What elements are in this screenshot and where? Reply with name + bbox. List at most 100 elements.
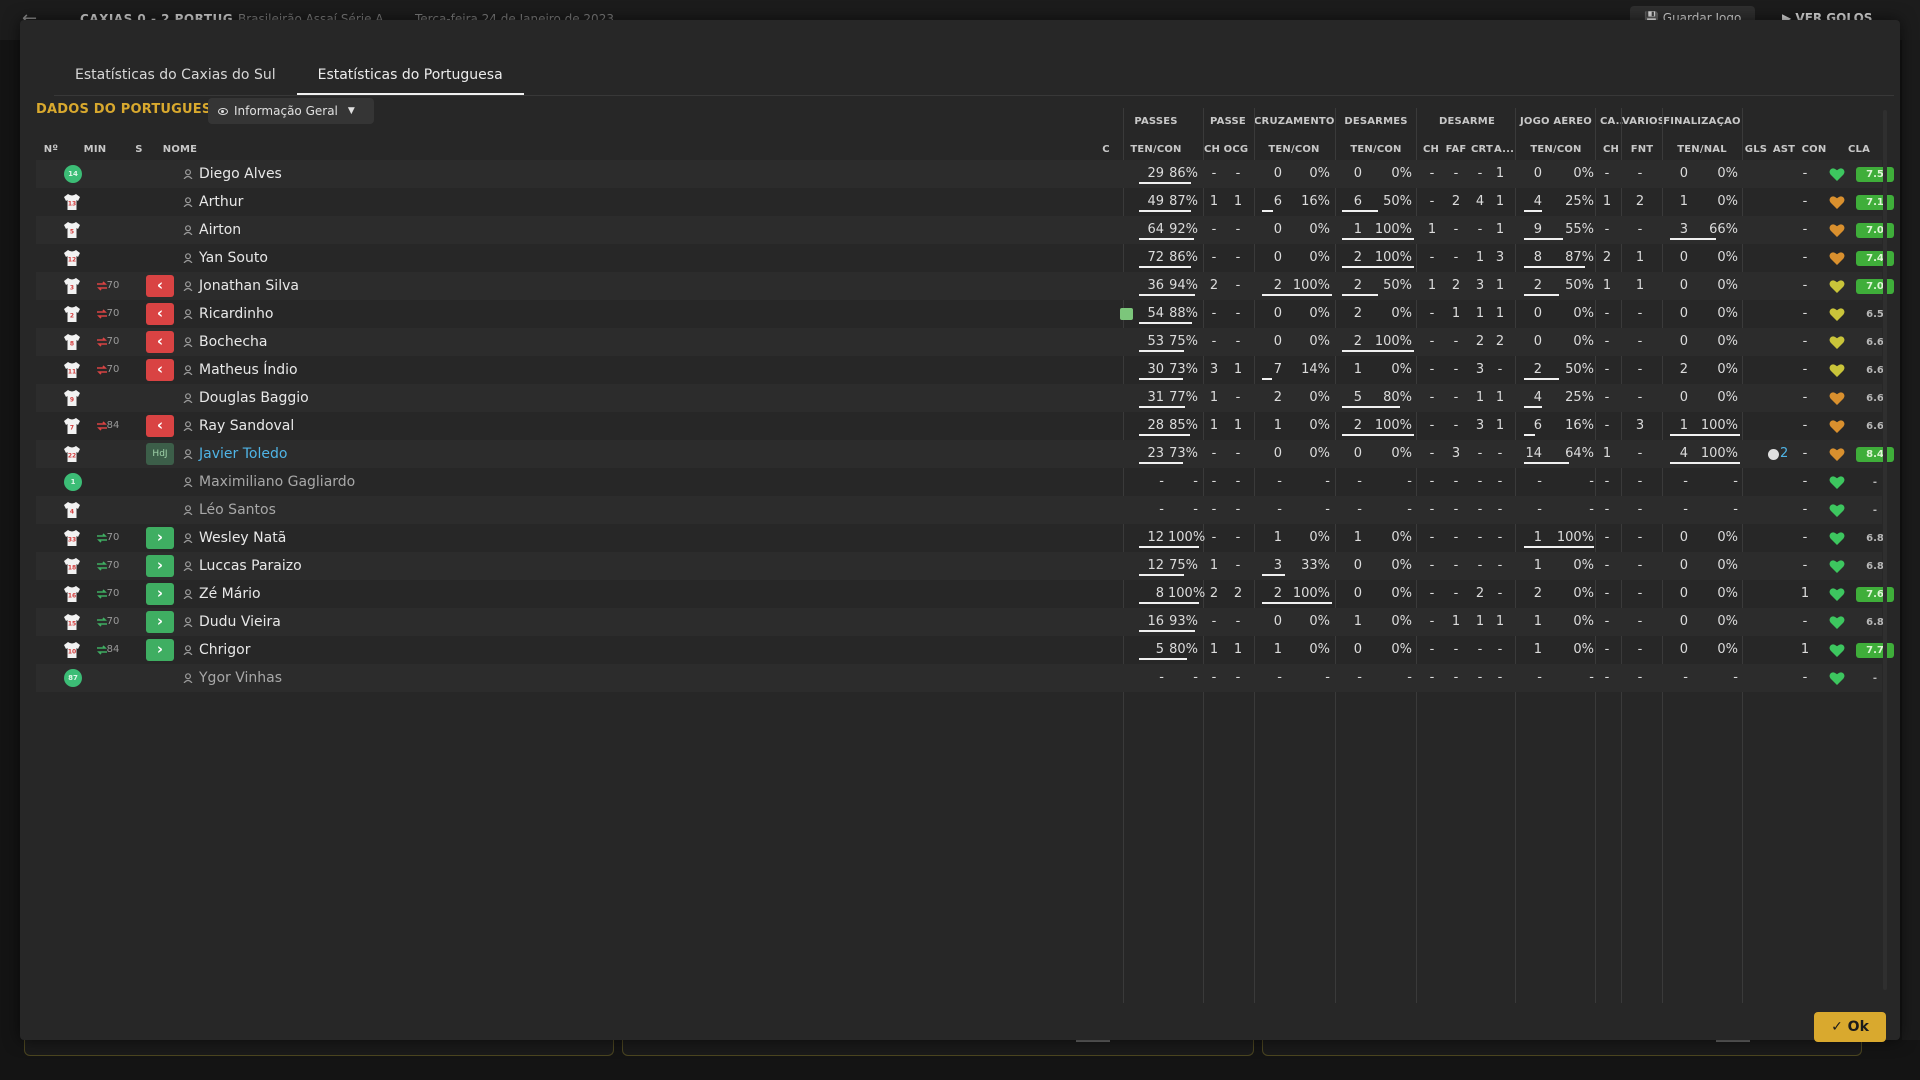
player-row[interactable]: 1 Maximiliano Gagliardo - - - - - - - - - - - - - - - - - -… [36, 468, 1882, 496]
player-name[interactable]: Airton [199, 216, 241, 244]
player-name[interactable]: Douglas Baggio [199, 384, 309, 412]
aerial-attempted: - [1537, 670, 1542, 685]
tab-portuguesa-stats[interactable]: Estatísticas do Portuguesa [296, 54, 524, 96]
ok-button[interactable]: ✓ Ok [1814, 1012, 1886, 1042]
person-icon [183, 617, 193, 627]
col-desarme-faf[interactable]: FAF [1444, 144, 1468, 158]
player-row[interactable]: 18 70 › Luccas Paraizo 12 75% 1-3 33% 0 0% - - - -1 0%… [36, 552, 1884, 580]
desarme-ch: - [1429, 334, 1435, 349]
col-cross-tc[interactable]: TEN/CON [1264, 144, 1324, 158]
aerial-pct: 16% [1565, 418, 1594, 433]
crosses-attempted: 0 [1273, 250, 1282, 265]
col-rating[interactable]: CLA [1842, 144, 1876, 158]
heart-icon [1829, 224, 1845, 237]
player-name[interactable]: Ricardinho [199, 300, 274, 328]
player-row[interactable]: 5 Airton 64 92% - -0 0% 1 100% 1- -1 9 55% - -3 66% -7.0 [36, 216, 1894, 244]
player-name[interactable]: Chrigor [199, 636, 251, 664]
assists: - [1802, 250, 1808, 265]
assists: - [1802, 474, 1808, 489]
col-desarme-crt[interactable]: CRT [1470, 144, 1494, 158]
col-minutes[interactable]: MIN [80, 144, 110, 158]
passes-bar [1139, 378, 1183, 380]
shots-pct: 0% [1717, 614, 1738, 629]
shirt-icon: 9 [64, 390, 80, 406]
player-row[interactable]: 16 70 › Zé Mário 8 100% 2 2 2 100% 0 0% - -2-2 0% - -0 0%… [36, 580, 1894, 608]
player-row[interactable]: 12 Yan Souto 72 86% - -0 0% 2 100% - -1 3 8 87% 2 1 0 0% -… [36, 244, 1894, 272]
crosses-bar [1262, 294, 1332, 296]
view-dropdown-value: Informação Geral [234, 104, 338, 118]
desarme-a: 1 [1495, 194, 1505, 209]
fouls-suffered: - [1637, 670, 1643, 685]
person-icon [183, 505, 193, 515]
player-row[interactable]: 4 Léo Santos - - - - - - - - - - - - - - - - - - - - [36, 496, 1882, 524]
col-assists[interactable]: AST [1772, 144, 1796, 158]
shots-attempted: - [1683, 474, 1688, 489]
player-row[interactable]: 87 Ygor Vinhas - - - - - - - - - - - - - - - - - - - - [36, 664, 1882, 692]
player-name[interactable]: Zé Mário [199, 580, 261, 608]
player-name[interactable]: Luccas Paraizo [199, 552, 302, 580]
tackles-pct: 0% [1391, 306, 1412, 321]
col-pass-ch[interactable]: CH [1202, 144, 1222, 158]
col-aerial-tc[interactable]: TEN/CON [1526, 144, 1586, 158]
col-tackle-tc[interactable]: TEN/CON [1346, 144, 1406, 158]
player-row[interactable]: 15 70 › Dudu Vieira 16 93% - -0 0% 1 0% -1 1 1 1 0% - -0 0… [36, 608, 1884, 636]
desarme-crt: 2 [1475, 586, 1485, 601]
chances-created: - [1235, 530, 1241, 545]
desarme-crt: 1 [1475, 306, 1485, 321]
col-sub[interactable]: S [132, 144, 146, 158]
player-row[interactable]: 10 84 › Chrigor 5 80% 1 1 1 0% 0 0% - - - -1 0% - -0 0% 1 7.7 [36, 636, 1894, 664]
col-number[interactable]: Nº [36, 144, 66, 158]
view-dropdown[interactable]: Informação Geral ▼ [208, 98, 374, 124]
col-name[interactable]: NOME [160, 144, 200, 158]
player-row[interactable]: 2 70 ‹ Ricardinho 54 88% - -0 0% 2 0% -1 1 1 0 0% - -0 0% -… [36, 300, 1884, 328]
assists: - [1802, 418, 1808, 433]
shots-pct: 0% [1717, 306, 1738, 321]
player-row[interactable]: 3 70 ‹ Jonathan Silva 36 94% 2-2 100% 2 50% 1 2 3 1 2 5… [36, 272, 1894, 300]
player-name[interactable]: Léo Santos [199, 496, 276, 524]
col-cards[interactable]: C [1100, 144, 1112, 158]
player-name[interactable]: Matheus Índio [199, 356, 298, 384]
player-name[interactable]: Javier Toledo [199, 440, 287, 468]
col-goals[interactable]: GLS [1744, 144, 1768, 158]
player-name[interactable]: Arthur [199, 188, 243, 216]
col-condition[interactable]: CON [1800, 144, 1828, 158]
player-name[interactable]: Dudu Vieira [199, 608, 281, 636]
player-name[interactable]: Wesley Natã [199, 524, 286, 552]
player-name[interactable]: Ray Sandoval [199, 412, 294, 440]
passes-bar [1139, 238, 1194, 240]
aerial-attempted: 0 [1533, 334, 1542, 349]
svg-text:33: 33 [68, 537, 76, 544]
player-row[interactable]: 9 Douglas Baggio 31 77% 1-2 0% 5 80% - -1 1 4 25% - -0… [36, 384, 1884, 412]
player-name[interactable]: Yan Souto [199, 244, 268, 272]
tackles-bar [1342, 350, 1414, 352]
col-passes-tc[interactable]: TEN/CON [1126, 144, 1186, 158]
table-scrollbar[interactable] [1882, 110, 1888, 990]
col-ca-ch[interactable]: CH [1600, 144, 1622, 158]
shots-pct: 0% [1717, 362, 1738, 377]
col-pass-ocg[interactable]: OCG [1222, 144, 1250, 158]
shots-attempted: 0 [1679, 306, 1688, 321]
tackles-pct: 0% [1391, 362, 1412, 377]
col-fnt[interactable]: FNT [1628, 144, 1656, 158]
col-finish-tn[interactable]: TEN/NAL [1672, 144, 1732, 158]
player-name[interactable]: Bochecha [199, 328, 268, 356]
passes-attempted: - [1159, 474, 1164, 489]
player-name[interactable]: Ygor Vinhas [199, 664, 282, 692]
player-name[interactable]: Jonathan Silva [199, 272, 299, 300]
ca-ch: - [1604, 390, 1610, 405]
player-row[interactable]: 33 70 › Wesley Natã 12 100% - -1 0% 1 0% - - - -1 100% -… [36, 524, 1884, 552]
player-row[interactable]: 22 HdJ Javier Toledo 23 73% - -0 0% 0 0% -3- -14 64%… [36, 440, 1894, 468]
player-name[interactable]: Maximiliano Gagliardo [199, 468, 355, 496]
match-rating: 6.5 [1866, 309, 1884, 320]
col-desarme-ch[interactable]: CH [1422, 144, 1440, 158]
player-row[interactable]: 14 Diego Alves 29 86% - -0 0% 0 0% - - -1 0 0% - -0 0% -7… [36, 160, 1894, 188]
player-row[interactable]: 7 84 ‹ Ray Sandoval 28 85% 1 1 1 0% 2 100% - -3 1 6 16% -… [36, 412, 1884, 440]
player-row[interactable]: 13 Arthur 49 87% 1 1 6 16% 6 50% -2 4 1 4 25% 1 2 1 0% -7.1 [36, 188, 1894, 216]
person-icon [183, 253, 193, 263]
player-name[interactable]: Diego Alves [199, 160, 282, 188]
desarme-faf: - [1453, 530, 1459, 545]
col-desarme-a[interactable]: A... [1494, 144, 1514, 158]
tab-caxias-stats[interactable]: Estatísticas do Caxias do Sul [54, 54, 297, 96]
player-row[interactable]: 11 70 ‹ Matheus Índio 30 73% 3 1 7 14% 1 0% - -3-2 50%… [36, 356, 1884, 384]
player-row[interactable]: 8 70 ‹ Bochecha 53 75% - -0 0% 2 100% - -2 2 0 0% - -0 0% -… [36, 328, 1884, 356]
